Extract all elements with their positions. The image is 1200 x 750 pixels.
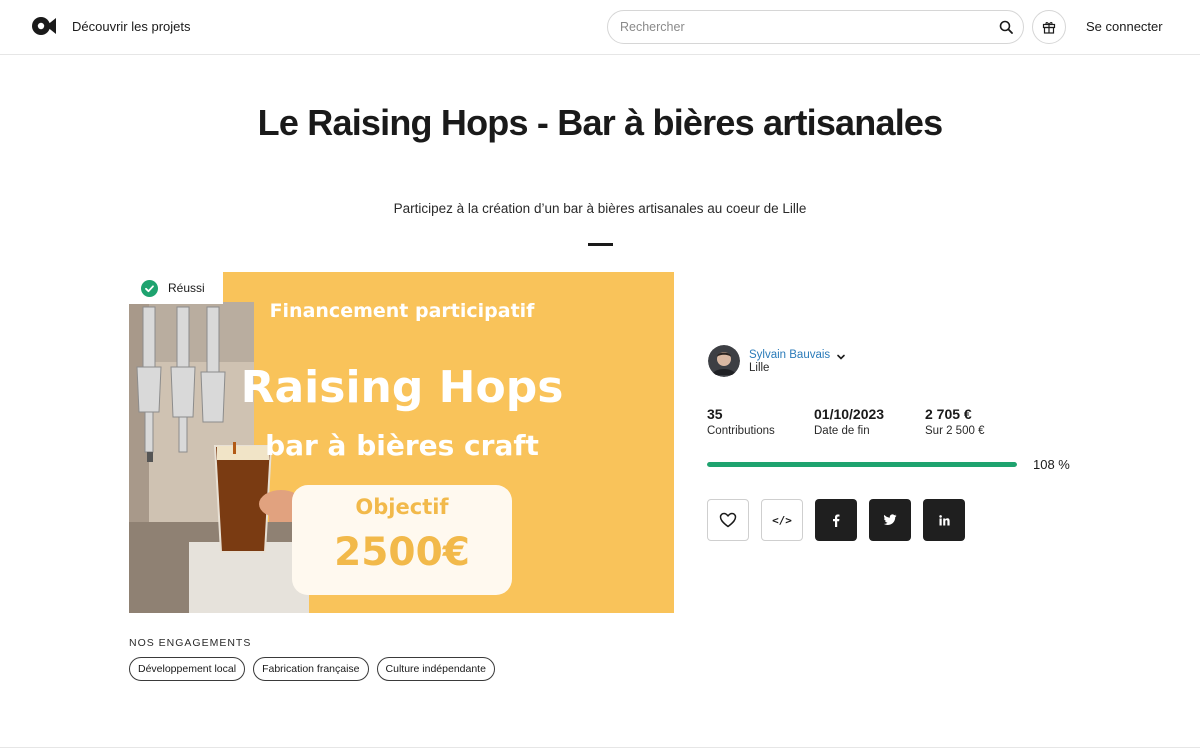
contributions-value: 35 [707,406,723,422]
share-facebook-button[interactable] [815,499,857,541]
funding-progress-percent: 108 % [1033,457,1070,472]
twitter-icon [883,514,897,525]
cover-headline-sub: bar à bières craft [265,429,539,462]
cover-illustration: Objectif 2500€ Financement participatif … [129,272,674,613]
amount-goal-label: Sur 2 500 € [925,425,985,437]
tag-independent-culture[interactable]: Culture indépendante [376,657,495,681]
end-date-label: Date de fin [814,425,870,437]
status-badge: Réussi [129,272,223,304]
funding-progress-bar [707,462,1017,467]
facebook-icon [833,514,840,527]
cover-goal-value: 2500€ [334,530,470,575]
search-input[interactable] [620,11,980,43]
amount-raised-value: 2 705 € [925,406,972,422]
gift-icon [1042,22,1056,34]
like-button[interactable] [707,499,749,541]
embed-button[interactable]: </> [761,499,803,541]
avatar[interactable] [708,345,740,377]
project-actions: </> [707,499,965,541]
discover-projects-link[interactable]: Découvrir les projets [72,19,191,34]
search-icon[interactable] [999,20,1013,34]
engagements-heading: NOS ENGAGEMENTS [129,637,252,649]
page-bottom-divider [0,747,1200,748]
check-circle-icon [141,279,158,297]
login-link[interactable]: Se connecter [1086,19,1163,34]
chevron-down-icon[interactable] [836,352,846,362]
top-navigation-bar: Découvrir les projets Se connecter [0,0,1200,55]
funding-progress-fill [707,462,1017,467]
tag-french-made[interactable]: Fabrication française [253,657,369,681]
status-label: Réussi [168,281,205,295]
share-linkedin-button[interactable] [923,499,965,541]
project-cover-image: Objectif 2500€ Financement participatif … [129,272,674,613]
project-owner[interactable]: Sylvain Bauvais Lille [708,345,846,377]
stat-contributions: 35 Contributions [707,406,775,437]
tag-local-development[interactable]: Développement local [129,657,246,681]
title-divider [588,243,613,246]
embed-code-label: </> [772,513,792,527]
share-twitter-button[interactable] [869,499,911,541]
stat-end-date: 01/10/2023 Date de fin [814,406,884,437]
page-title: Le Raising Hops - Bar à bières artisanal… [257,102,943,143]
contributions-label: Contributions [707,425,775,437]
heart-icon [719,512,737,528]
stat-amount-raised: 2 705 € Sur 2 500 € [925,406,984,437]
engagements-tags: Développement local Fabrication français… [129,657,495,681]
linkedin-icon [938,514,950,525]
cover-goal-label: Objectif [355,495,449,519]
project-subtitle: Participez à la création d’un bar à bièr… [393,201,807,216]
cover-headline-main: Raising Hops [241,362,564,413]
owner-city: Lille [749,361,770,374]
search-bar[interactable] [607,10,1024,44]
brand-logo-icon[interactable] [32,17,58,35]
gift-button[interactable] [1032,10,1066,44]
end-date-value: 01/10/2023 [814,406,885,422]
owner-name-link[interactable]: Sylvain Bauvais [749,349,830,361]
cover-headline-top: Financement participatif [270,300,536,322]
